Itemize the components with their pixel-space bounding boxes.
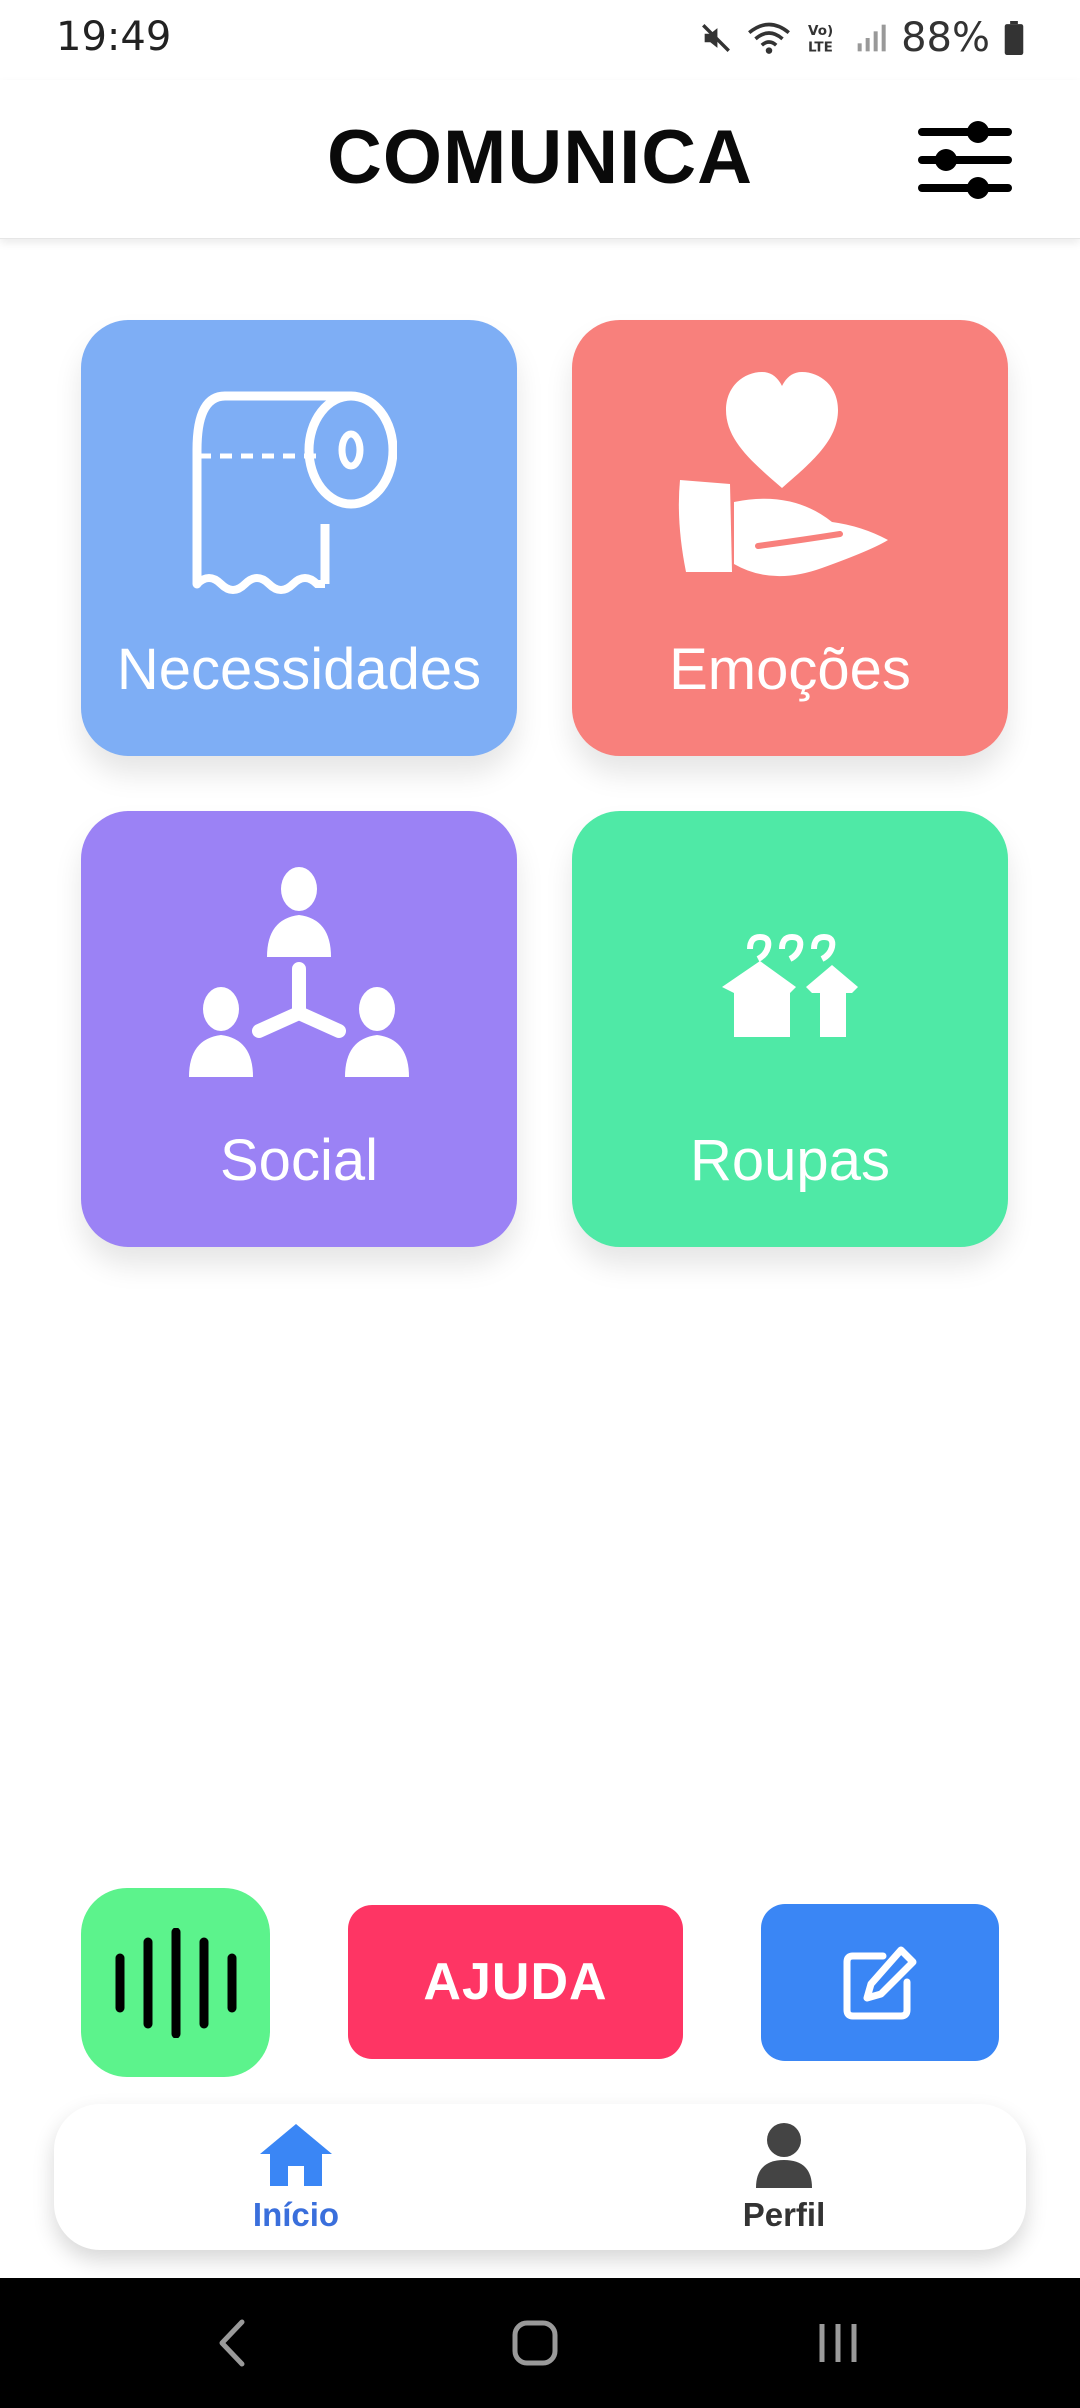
nav-label: Início <box>252 2196 340 2233</box>
system-nav-bar <box>0 2278 1080 2408</box>
sliders-icon <box>918 121 1012 199</box>
edit-button[interactable] <box>761 1904 999 2061</box>
home-circle-icon[interactable] <box>512 2320 558 2366</box>
battery-percent: 88% <box>901 15 990 61</box>
user-icon <box>756 2123 812 2188</box>
voice-button[interactable] <box>81 1888 270 2077</box>
nav-perfil[interactable]: Perfil <box>634 2104 934 2250</box>
category-emocoes[interactable]: Emoções <box>572 320 1008 756</box>
category-label: Social <box>220 1128 378 1193</box>
help-label: AJUDA <box>423 1953 608 2011</box>
status-icons: Vo) LTE 88% <box>699 14 1024 62</box>
battery-icon <box>1004 21 1024 55</box>
clothes-hanger-icon <box>722 933 858 1037</box>
svg-text:LTE: LTE <box>808 40 833 56</box>
toilet-paper-icon <box>192 391 397 594</box>
category-label: Emoções <box>669 637 911 702</box>
status-time: 19:49 <box>56 14 172 60</box>
nav-inicio[interactable]: Início <box>146 2104 446 2250</box>
back-icon[interactable] <box>212 2318 252 2368</box>
settings-button[interactable] <box>910 110 1020 210</box>
sound-wave-icon <box>115 1928 237 2038</box>
status-bar: 19:49 Vo) LTE 88% <box>0 0 1080 80</box>
category-social[interactable]: Social <box>81 811 517 1247</box>
nav-label: Perfil <box>742 2196 826 2233</box>
signal-icon <box>857 24 886 52</box>
wifi-icon <box>748 22 791 54</box>
volte-icon: Vo) LTE <box>808 23 833 56</box>
people-network-icon <box>189 867 409 1077</box>
app-header: COMUNICA <box>0 80 1080 239</box>
recents-icon[interactable] <box>816 2320 860 2366</box>
svg-text:Vo): Vo) <box>808 23 833 39</box>
category-roupas[interactable]: Roupas <box>572 811 1008 1247</box>
help-button[interactable]: AJUDA <box>348 1905 683 2059</box>
bottom-nav: Início Perfil <box>54 2104 1026 2250</box>
category-necessidades[interactable]: Necessidades <box>81 320 517 756</box>
category-label: Necessidades <box>116 637 482 702</box>
home-icon <box>260 2124 332 2186</box>
mute-icon <box>702 24 731 52</box>
edit-icon <box>843 1946 917 2020</box>
category-label: Roupas <box>690 1128 890 1193</box>
heart-hand-icon <box>678 372 888 577</box>
